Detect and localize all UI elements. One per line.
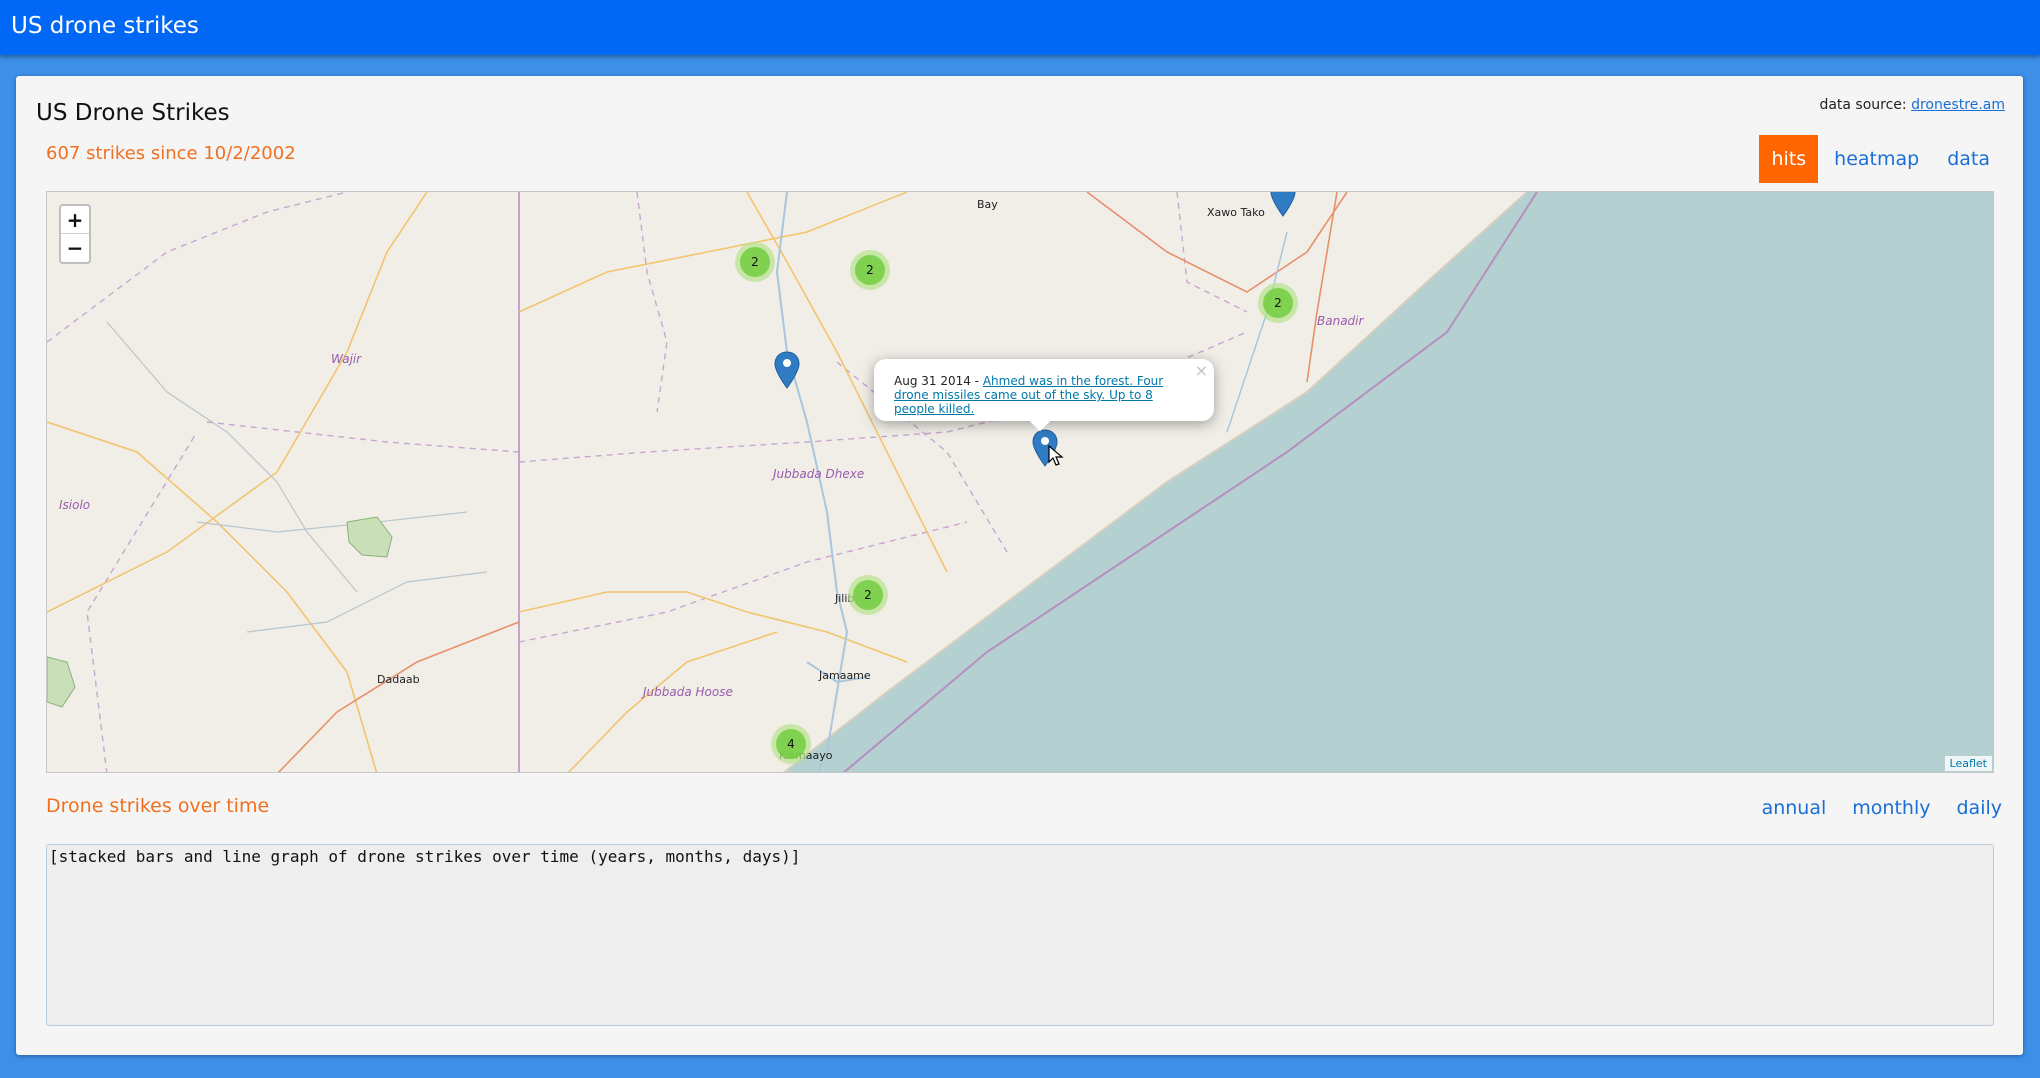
map-tiles — [47, 192, 1993, 772]
map-pin-icon[interactable] — [773, 350, 801, 390]
marker-cluster[interactable]: 2 — [735, 242, 775, 282]
data-source-label: data source: — [1819, 97, 1907, 113]
map-pin-icon[interactable] — [1269, 191, 1297, 218]
zoom-in-button[interactable]: + — [61, 206, 89, 234]
page-title: US Drone Strikes — [36, 100, 230, 126]
marker-cluster[interactable]: 4 — [771, 724, 811, 764]
timeline-chart: [stacked bars and line graph of drone st… — [46, 844, 1994, 1026]
timeline-tabs: annual monthly daily — [1736, 797, 2002, 819]
map-label-jubbada-hoose: Jubbada Hoose — [643, 685, 733, 699]
tab-monthly[interactable]: monthly — [1852, 797, 1930, 819]
cursor-icon — [1048, 444, 1064, 466]
close-icon[interactable]: × — [1195, 361, 1208, 380]
tab-hits[interactable]: hits — [1759, 135, 1819, 183]
marker-cluster[interactable]: 2 — [848, 575, 888, 615]
tab-heatmap[interactable]: heatmap — [1822, 135, 1931, 183]
zoom-out-button[interactable]: − — [61, 234, 89, 262]
marker-cluster[interactable]: 2 — [850, 250, 890, 290]
map-label-banadir: Banadir — [1317, 314, 1364, 328]
app-title: US drone strikes — [11, 13, 199, 39]
map-label-xawo-tako: Xawo Tako — [1207, 206, 1265, 219]
marker-cluster[interactable]: 2 — [1258, 283, 1298, 323]
map-label-jubbada-dhexe: Jubbada Dhexe — [773, 467, 865, 481]
map-label-wajir: Wajir — [331, 352, 362, 366]
tab-data[interactable]: data — [1935, 135, 2002, 183]
data-source-link[interactable]: dronestre.am — [1911, 97, 2005, 113]
app-header: US drone strikes — [0, 0, 2040, 55]
zoom-control: + − — [59, 204, 91, 264]
view-tabs: hits heatmap data — [1755, 135, 2002, 183]
leaflet-link[interactable]: Leaflet — [1950, 757, 1987, 770]
popup-date: Aug 31 2014 - — [894, 374, 983, 388]
map-label-bay: Bay — [977, 198, 998, 211]
map-label-dadaab: Dadaab — [377, 673, 420, 686]
map-attribution: Leaflet — [1944, 756, 1992, 771]
sea-area — [784, 192, 1993, 772]
map-label-jamaame: Jamaame — [819, 669, 871, 682]
tab-daily[interactable]: daily — [1956, 797, 2002, 819]
map-label-isiolo: Isiolo — [59, 498, 91, 512]
data-source: data source: dronestre.am — [1819, 97, 2005, 113]
strike-map[interactable]: + − Bay Xawo Tako Wajir Isiolo Banadir J… — [46, 191, 1994, 773]
tab-annual[interactable]: annual — [1762, 797, 1827, 819]
timeline-title: Drone strikes over time — [46, 795, 270, 817]
strike-count: 607 strikes since 10/2/2002 — [46, 143, 296, 164]
